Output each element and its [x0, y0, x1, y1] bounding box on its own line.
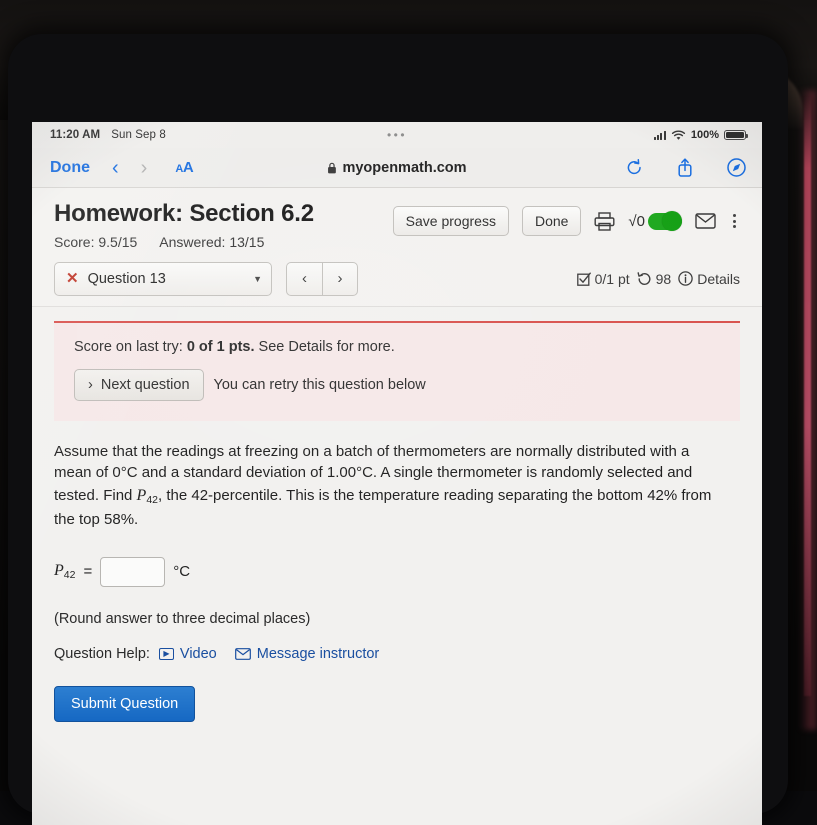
aa-big-letter: A [182, 158, 194, 176]
tablet-screen: 11:20 AM Sun Sep 8 ••• 100% Done ‹ › AA … [32, 122, 762, 825]
retry-note: You can retry this question below [213, 376, 426, 393]
last-try-message: Score on last try: 0 of 1 pts. See Detai… [74, 339, 720, 355]
problem-line-2c: C. A single thermometer is randomly [362, 464, 603, 482]
lock-icon [328, 162, 336, 173]
question-help-label: Question Help: [54, 645, 150, 662]
answer-label: P42 [54, 562, 75, 581]
print-icon[interactable] [594, 211, 615, 231]
problem-line-3b: , the 42-percentile. This is the tempera… [158, 487, 568, 505]
retry-icon [637, 271, 651, 285]
details-label: Details [697, 270, 740, 287]
answer-input[interactable] [100, 556, 166, 587]
video-icon: ▶ [158, 647, 174, 660]
answer-equals: = [83, 563, 93, 581]
attempts-indicator: 98 [637, 270, 672, 287]
text-size-aa-button[interactable]: AA [175, 159, 193, 177]
last-try-prefix: Score on last try: [74, 338, 187, 355]
question-number-label: Question 13 [87, 270, 166, 287]
question-selector-dropdown[interactable]: ✕ Question 13 ▼ [54, 261, 272, 296]
problem-line-2b: C and a standard deviation of 1.00 [126, 464, 357, 482]
details-link[interactable]: Details [678, 271, 740, 287]
problem-statement: Assume that the readings at freezing on … [54, 441, 726, 531]
save-progress-button[interactable]: Save progress [392, 206, 509, 236]
share-icon[interactable] [677, 158, 693, 177]
status-bar-right: 100% [653, 129, 748, 141]
more-options-icon[interactable] [729, 212, 740, 230]
next-question-button[interactable]: › [322, 261, 358, 296]
pink-object-stripe [804, 96, 811, 696]
percentile-subscript: 42 [146, 494, 159, 507]
mail-icon[interactable] [695, 213, 716, 229]
math-mode-toggle[interactable] [648, 211, 682, 231]
question-toolbar: ✕ Question 13 ▼ ‹ › 0/1 pt 98 Details [32, 257, 762, 307]
status-date: Sun Sep 8 [111, 129, 166, 141]
percentile-variable: P [136, 487, 147, 505]
last-try-suffix: See Details for more. [254, 338, 395, 355]
incorrect-x-icon: ✕ [66, 270, 79, 288]
points-text: 0/1 pt [594, 270, 630, 287]
ios-status-bar: 11:20 AM Sun Sep 8 ••• 100% [32, 122, 762, 148]
alert-action-row: › Next question You can retry this questi… [74, 368, 720, 401]
last-try-score: 0 of 1 pts. [186, 338, 255, 355]
safari-toolbar-right [626, 158, 746, 177]
attempts-count: 98 [655, 270, 672, 287]
safari-toolbar: Done ‹ › AA myopenmath.com [32, 148, 762, 188]
video-help-link[interactable]: ▶ Video [158, 645, 217, 662]
answer-subscript: 42 [63, 569, 76, 581]
answer-row: P42 = °C [54, 556, 740, 587]
answer-unit: °C [173, 563, 191, 581]
last-try-alert: Score on last try: 0 of 1 pts. See Detai… [54, 320, 740, 421]
photo-background: 11:20 AM Sun Sep 8 ••• 100% Done ‹ › AA … [0, 0, 817, 825]
checkbox-icon [576, 272, 591, 286]
next-question-chevron-icon: › [88, 376, 93, 393]
tablet-bezel: 11:20 AM Sun Sep 8 ••• 100% Done ‹ › AA … [8, 34, 788, 825]
answer-variable: P [54, 562, 64, 580]
wifi-icon [671, 130, 685, 140]
question-meta: 0/1 pt 98 Details [576, 270, 740, 287]
rounding-note: (Round answer to three decimal places) [54, 610, 311, 627]
envelope-icon [234, 647, 251, 660]
page-title: Homework: Section 6.2 [54, 200, 314, 227]
back-icon[interactable]: ‹ [112, 158, 119, 178]
question-nav-group: ‹ › [286, 261, 358, 296]
video-help-label: Video [179, 645, 217, 662]
status-time: 11:20 AM [50, 129, 101, 141]
math-mode-toggle-group[interactable]: √0 [628, 211, 682, 231]
reload-icon[interactable] [626, 158, 643, 177]
homework-header-left: Homework: Section 6.2 Score: 9.5/15 Answ… [54, 200, 314, 250]
homework-header: Homework: Section 6.2 Score: 9.5/15 Answ… [32, 188, 762, 258]
status-ellipsis-icon: ••• [386, 128, 408, 142]
status-bar-left: 11:20 AM Sun Sep 8 [50, 129, 166, 141]
score-summary: Score: 9.5/15 Answered: 13/15 [54, 234, 314, 250]
alert-next-question-button[interactable]: › Next question [74, 368, 204, 401]
problem-area: Assume that the readings at freezing on … [32, 421, 762, 722]
message-instructor-link[interactable]: Message instructor [234, 645, 380, 662]
previous-question-button[interactable]: ‹ [286, 261, 322, 296]
points-indicator: 0/1 pt [576, 270, 630, 287]
score-text: Score: 9.5/15 [54, 233, 138, 250]
answered-text: Answered: 13/15 [159, 233, 265, 250]
info-icon [678, 271, 693, 286]
done-button[interactable]: Done [521, 206, 582, 236]
compass-icon[interactable] [727, 158, 746, 177]
message-instructor-label: Message instructor [256, 645, 380, 662]
battery-percent-label: 100% [690, 129, 719, 141]
battery-icon [724, 129, 748, 141]
square-root-icon: √0 [628, 212, 645, 230]
url-text: myopenmath.com [342, 159, 467, 176]
address-bar[interactable]: myopenmath.com [327, 159, 467, 176]
chevron-down-icon: ▼ [253, 273, 262, 284]
safari-done-button[interactable]: Done [50, 159, 90, 177]
forward-icon[interactable]: › [141, 158, 148, 178]
question-help-row: Question Help: ▶ Video Message instructo… [54, 646, 740, 662]
homework-header-actions: Save progress Done √0 [392, 200, 740, 236]
submit-question-button[interactable]: Submit Question [54, 685, 196, 722]
alert-next-question-label: Next question [100, 376, 190, 393]
aa-small-letter: A [175, 162, 183, 175]
problem-line-1: Assume that the readings at freezing on … [54, 442, 646, 460]
cellular-signal-icon [653, 130, 666, 140]
